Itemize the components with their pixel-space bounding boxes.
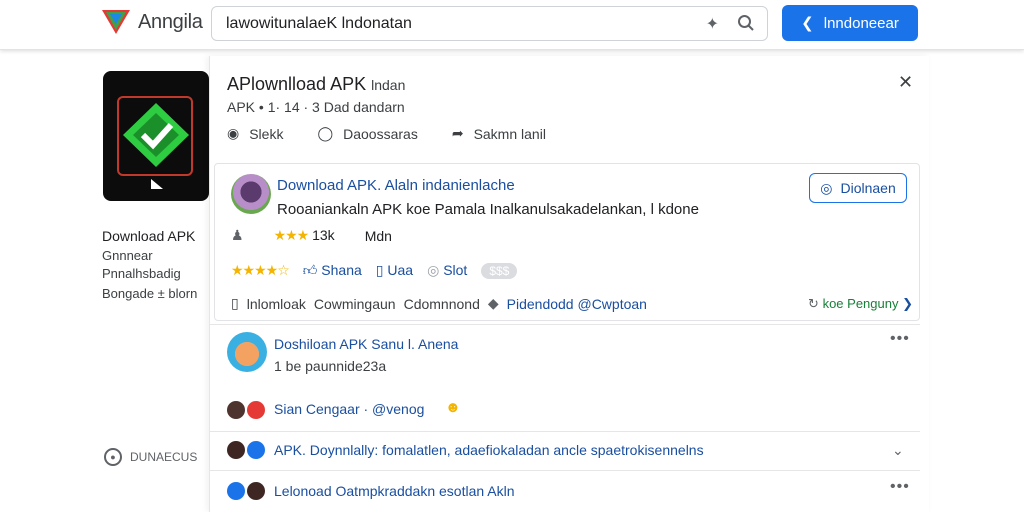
left-footer-label: DUNAECUS <box>130 450 198 464</box>
eye-icon: ◎ <box>820 179 833 196</box>
panel-meta: APK • 1· 14 · 3 Dad dandarn <box>227 99 405 115</box>
action-share[interactable]: ➦ Sakmn lanil <box>452 125 546 142</box>
rating-stars-icon: ★★★★☆ <box>231 262 290 278</box>
item-2-avatar-a <box>227 401 245 419</box>
item-4-avatar-a <box>227 482 245 500</box>
top-bar: Anngila lawowitunalaeK lndonatan ✦ ❮ lnn… <box>0 0 1024 50</box>
item-4-avatar-b <box>247 482 265 500</box>
logo[interactable]: Anngila <box>100 6 203 38</box>
more-options-icon[interactable]: ••• <box>890 330 910 348</box>
left-line-1: Gnnnear <box>102 248 153 263</box>
item-2-title[interactable]: Sian Cengaar · @venog <box>274 401 424 417</box>
left-footer[interactable]: ● DUNAECUS <box>104 448 197 466</box>
smile-icon: ☻ <box>445 399 461 416</box>
item-1-sub: 1 be paunnide23a <box>274 358 387 374</box>
share-action[interactable]: 👍︎ Shana <box>303 262 362 279</box>
like-icon: 👍︎ <box>302 262 318 278</box>
item-2-avatar-b <box>247 401 265 419</box>
left-line-2: Pnnalhsbadig <box>102 266 181 281</box>
card-links-row: ▯ lnlomloak Cowmingaun Cdomnnond ◆ Piden… <box>231 295 913 312</box>
item-avatar <box>227 332 267 372</box>
card-title[interactable]: Download APK. Alaln indanienlache <box>277 177 515 194</box>
user-icon: ♟ <box>231 227 244 243</box>
bookmark-icon: ▯ <box>375 262 384 278</box>
follow-button[interactable]: ◎ Diolnaen <box>809 173 907 203</box>
link-2[interactable]: Cowmingaun <box>314 296 396 312</box>
panel-title-sub: lndan <box>371 77 406 93</box>
left-title: Download APK <box>102 228 196 244</box>
doc-icon: ▯ <box>231 295 239 311</box>
divider <box>210 431 920 432</box>
tag-link[interactable]: Pidendodd @Cwptoan <box>507 296 647 312</box>
panel-title-text: APlownlload APK <box>227 74 367 94</box>
app-icon[interactable] <box>103 71 209 201</box>
sparkle-icon[interactable]: ✦ <box>706 14 719 34</box>
slot-action[interactable]: ◎ Slot <box>427 262 467 279</box>
app-card[interactable]: Download APK. Alaln indanienlache Rooani… <box>214 163 920 321</box>
card-description: Rooaniankaln APK koe Pamala Inalkanulsak… <box>277 201 699 218</box>
detail-panel: APlownlload APK lndan APK • 1· 14 · 3 Da… <box>209 56 929 512</box>
action-chat-label: Daoossaras <box>343 125 418 142</box>
pin-icon: ◉ <box>227 125 240 141</box>
card-rating-row: ♟ ★★★ 13k Mdn <box>231 227 392 244</box>
chat-icon: ◯ <box>317 125 334 141</box>
close-icon[interactable]: ✕ <box>898 72 913 93</box>
follow-button-label: Diolnaen <box>840 180 896 196</box>
link-3[interactable]: Cdomnnond <box>404 296 480 312</box>
search-icon[interactable] <box>737 14 755 32</box>
action-chat[interactable]: ◯ Daoossaras <box>317 125 417 142</box>
chevron-down-icon[interactable]: ⌄ <box>892 442 904 459</box>
rating-label: Mdn <box>364 227 392 244</box>
panel-actions: ◉ Slekk ◯ Daoossaras ➦ Sakmn lanil <box>227 125 546 142</box>
action-share-label: Sakmn lanil <box>473 125 546 142</box>
info-circle-icon: ● <box>104 448 122 466</box>
action-pin[interactable]: ◉ Slekk <box>227 125 283 142</box>
back-arrow-icon: ❮ <box>801 15 814 32</box>
rating-count: 13k <box>312 227 335 243</box>
link-1[interactable]: lnlomloak <box>247 296 306 312</box>
search-bar[interactable]: lawowitunalaeK lndonatan ✦ <box>211 6 768 41</box>
coin-icon: ◎ <box>427 262 440 278</box>
action-pin-label: Slekk <box>249 125 284 142</box>
card-actions-row: ★★★★☆ 👍︎ Shana ▯ Uaa ◎ Slot $$$ <box>231 262 518 279</box>
item-3-avatar-a <box>227 441 245 459</box>
more-link[interactable]: ↻ koe Penguny ❯ <box>808 296 913 312</box>
tag-icon: ◆ <box>487 295 499 311</box>
card-avatar <box>231 174 271 214</box>
stars-icon: ★★★ <box>273 227 310 243</box>
refresh-icon: ↻ <box>808 295 819 311</box>
divider <box>210 470 920 471</box>
share-icon: ➦ <box>451 125 464 141</box>
divider <box>210 324 920 325</box>
more-options-icon[interactable]: ••• <box>890 478 910 496</box>
primary-action-button[interactable]: ❮ lnndoneear <box>782 5 918 41</box>
rating-block: ★★★ 13k <box>274 227 335 244</box>
item-3-title[interactable]: APK. Doynnlally: fomalatlen, adaefiokala… <box>274 442 704 458</box>
price-pill: $$$ <box>481 262 518 279</box>
item-4-title[interactable]: Lelonoad Oatmpkraddakn esotlan Akln <box>274 483 515 499</box>
diamond-logo-icon <box>123 103 189 189</box>
item-3-avatar-b <box>247 441 265 459</box>
save-action[interactable]: ▯ Uaa <box>376 262 413 279</box>
logo-icon <box>102 10 130 34</box>
app-name: Anngila <box>138 10 203 33</box>
item-1-title[interactable]: Doshiloan APK Sanu l. Anena <box>274 336 458 352</box>
left-line-3: Bongade ± blorn <box>102 286 198 301</box>
primary-action-label: lnndoneear <box>823 14 899 32</box>
search-input[interactable]: lawowitunalaeK lndonatan <box>226 15 706 33</box>
panel-title: APlownlload APK lndan <box>227 74 405 95</box>
